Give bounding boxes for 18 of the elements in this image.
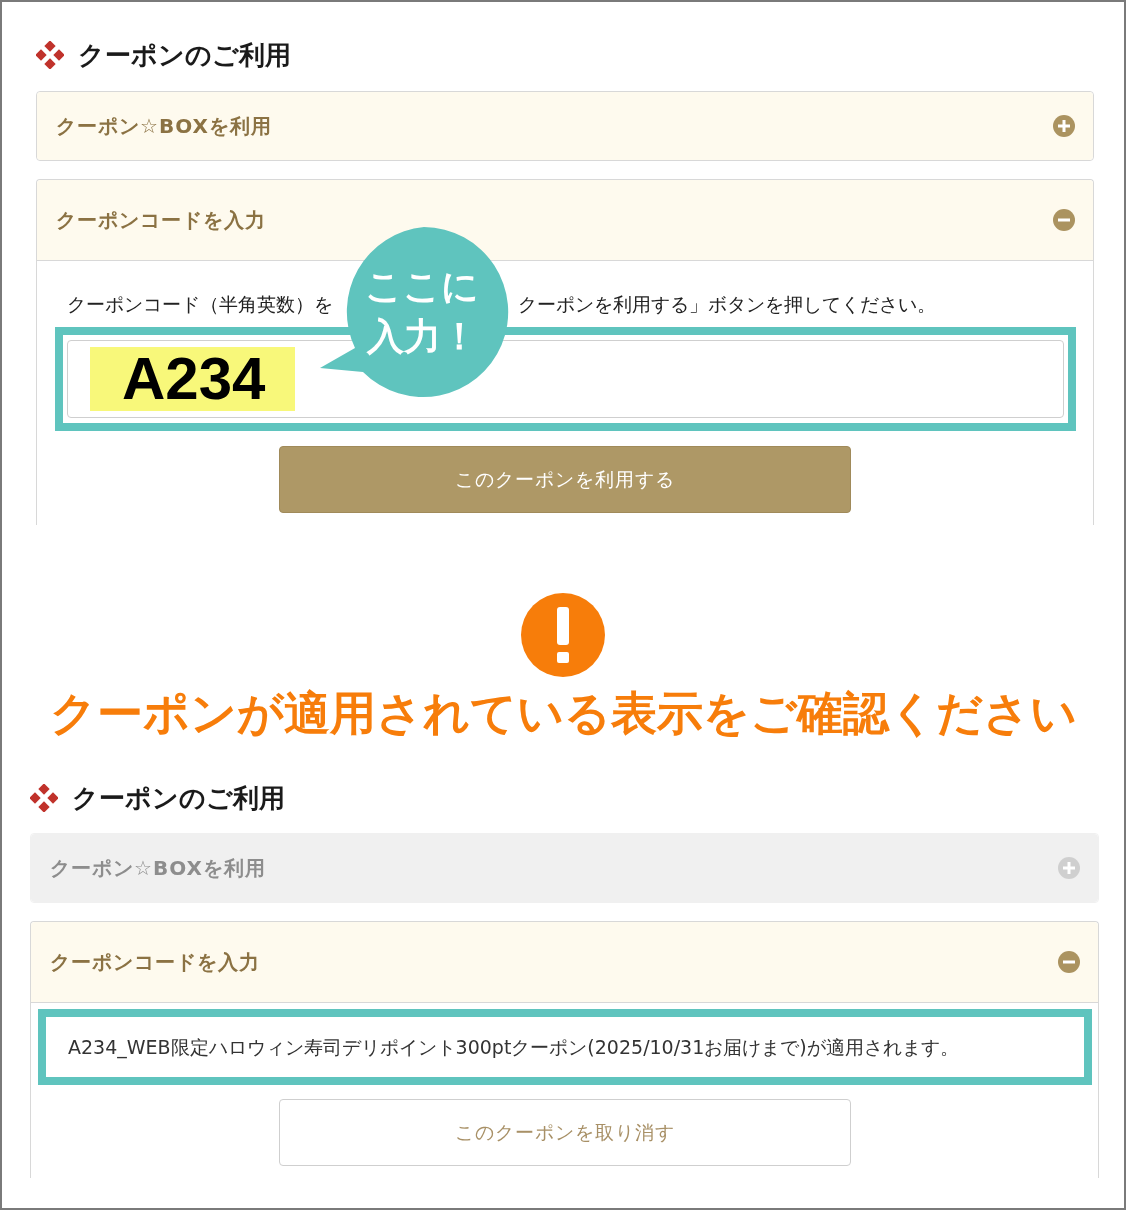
plus-circle-icon: [1058, 857, 1080, 879]
notice-message: クーポンが適用されている表示をご確認ください: [49, 685, 1077, 742]
instruction-text: クーポンコード（半角英数）を: [67, 292, 333, 317]
plus-circle-icon: [1053, 115, 1075, 137]
applied-coupon-message: A234_WEB限定ハロウィン寿司デリポイント300ptクーポン(2025/10/31お届けまで)が適用されます。: [38, 1009, 1092, 1085]
diamond-icon: [36, 41, 64, 69]
section-heading: クーポンのご利用: [78, 38, 291, 72]
section-heading: クーポンのご利用: [72, 781, 285, 815]
exclamation-icon: [521, 593, 605, 677]
accordion-header[interactable]: クーポンコードを入力: [37, 180, 1093, 261]
instruction-text: クーポンを利用する」ボタンを押してください。: [518, 292, 936, 317]
cancel-coupon-button[interactable]: このクーポンを取り消す: [278, 1099, 851, 1166]
accordion-header[interactable]: クーポン☆BOXを利用: [37, 92, 1093, 160]
apply-coupon-button[interactable]: このクーポンを利用する: [279, 446, 851, 513]
accordion-header[interactable]: クーポンコードを入力: [31, 922, 1098, 1003]
minus-circle-icon: [1053, 209, 1075, 231]
diamond-icon: [30, 784, 58, 812]
minus-circle-icon: [1058, 951, 1080, 973]
